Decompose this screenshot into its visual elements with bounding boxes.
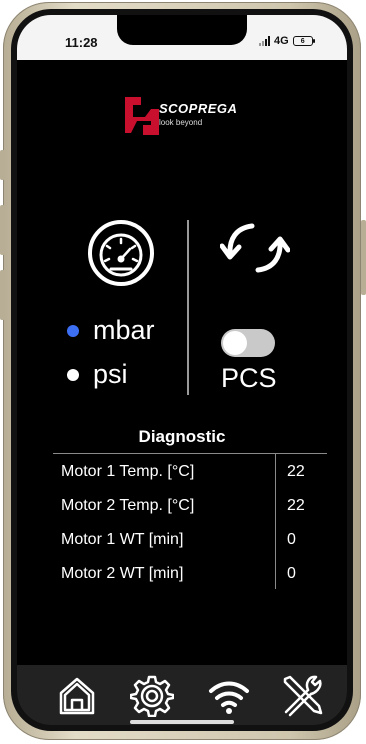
- diagnostic-label: Motor 1 Temp. [°C]: [61, 463, 195, 480]
- side-button: [0, 150, 5, 180]
- home-icon[interactable]: [55, 673, 99, 717]
- radio-selected-indicator[interactable]: [67, 324, 79, 337]
- brand-tagline: look beyond: [159, 118, 203, 127]
- app-screen: 11:28 4G 6 SCOPREGA look beyond mbar psi…: [17, 15, 347, 725]
- battery-icon: 6: [292, 36, 315, 46]
- diagnostic-row: Motor 2 Temp. [°C] 22: [61, 497, 331, 521]
- brand-logo: SCOPREGA look beyond: [125, 95, 255, 135]
- status-time: 11:28: [65, 35, 98, 50]
- pressure-gauge-icon[interactable]: [87, 219, 155, 287]
- home-indicator[interactable]: [130, 720, 234, 724]
- diagnostic-row: Motor 2 WT [min] 0: [61, 565, 331, 589]
- radio-psi[interactable]: psi: [67, 359, 128, 390]
- unit-label-mbar: mbar: [93, 315, 155, 345]
- scoprega-logo-icon: [125, 97, 159, 135]
- diagnostic-value: 0: [287, 565, 296, 582]
- status-indicators: 4G 6: [259, 35, 315, 47]
- radio-mbar[interactable]: mbar: [67, 315, 155, 346]
- side-button: [0, 205, 5, 255]
- side-button: [0, 270, 5, 320]
- unit-label-psi: psi: [93, 359, 128, 389]
- diagnostic-value: 22: [287, 497, 305, 514]
- status-bar: 11:28 4G 6: [17, 15, 347, 60]
- pcs-toggle[interactable]: [221, 329, 275, 357]
- pcs-label: PCS: [221, 363, 277, 393]
- diagnostic-title: Diagnostic: [138, 427, 226, 446]
- diagnostic-label: Motor 2 Temp. [°C]: [61, 497, 195, 514]
- diagnostic-row: Motor 1 WT [min] 0: [61, 531, 331, 555]
- diagnostic-label: Motor 1 WT [min]: [61, 531, 184, 548]
- network-type: 4G: [274, 35, 289, 47]
- section-divider: [187, 220, 189, 395]
- diagnostic-value: 0: [287, 531, 296, 548]
- diagnostic-top-line: [53, 453, 327, 454]
- toggle-knob: [223, 331, 247, 355]
- radio-unselected-indicator[interactable]: [67, 368, 79, 381]
- brand-name: SCOPREGA: [159, 101, 238, 116]
- diagnostic-value: 22: [287, 463, 305, 480]
- sync-icon[interactable]: [220, 219, 290, 277]
- diagnostic-label: Motor 2 WT [min]: [61, 565, 184, 582]
- signal-icon: [259, 36, 270, 46]
- notch: [117, 15, 247, 45]
- side-button: [361, 220, 366, 295]
- gear-icon[interactable]: [130, 673, 174, 717]
- tools-icon[interactable]: [281, 673, 325, 717]
- wifi-icon[interactable]: [207, 673, 251, 717]
- diagnostic-row: Motor 1 Temp. [°C] 22: [61, 463, 331, 487]
- battery-level: 6: [300, 37, 305, 45]
